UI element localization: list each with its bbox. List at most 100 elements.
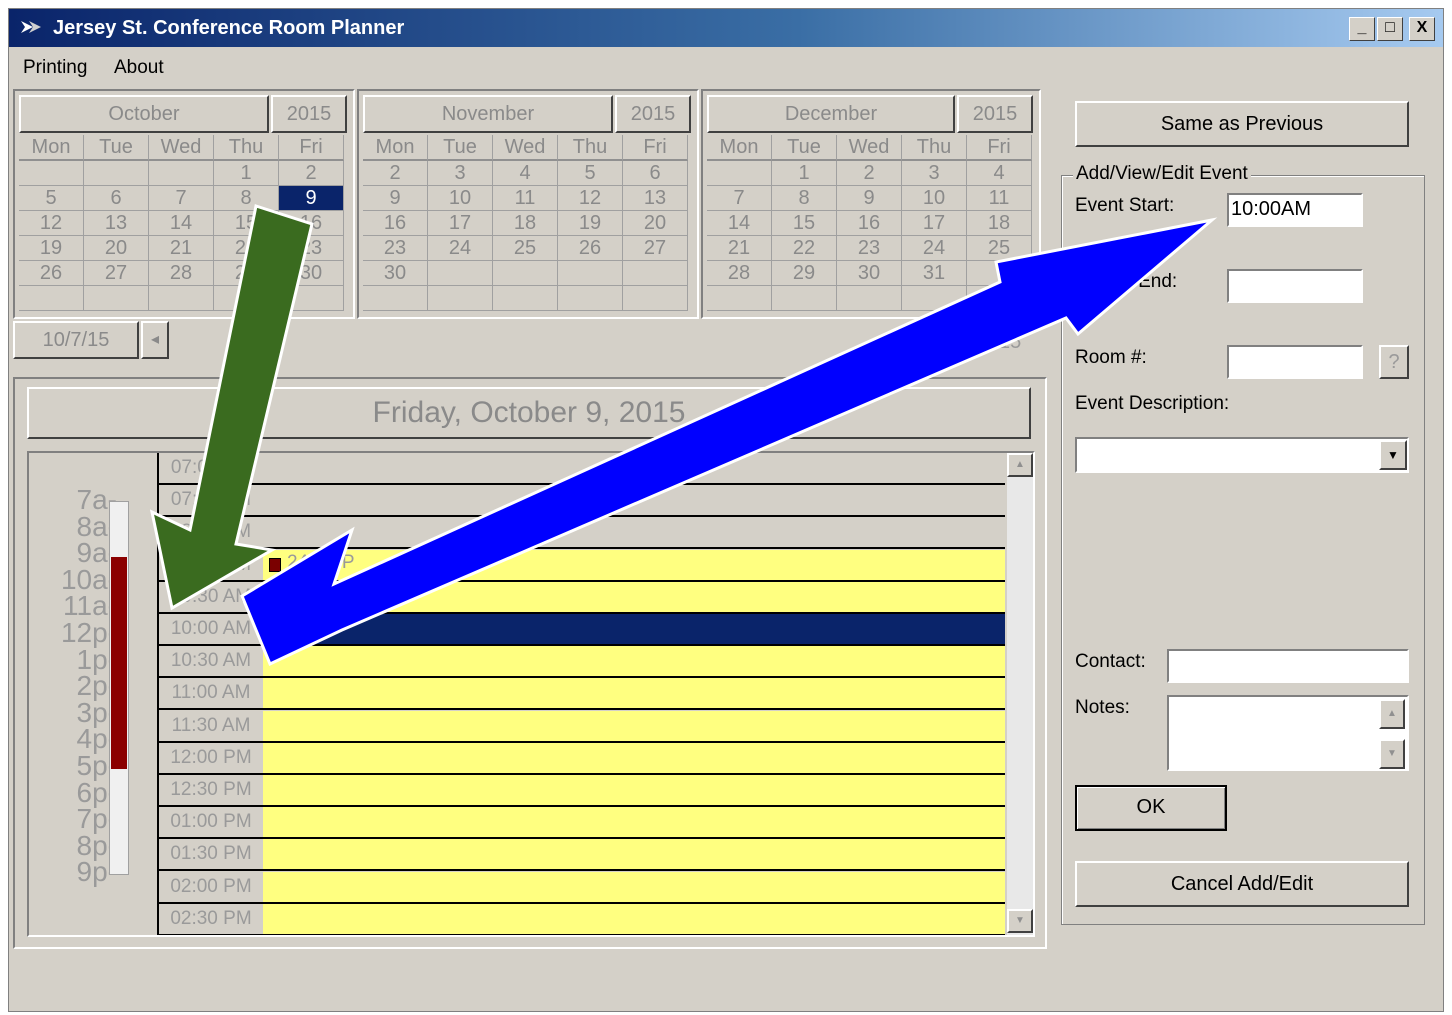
calendar-day[interactable]: 29 xyxy=(772,261,837,286)
calendar-november[interactable]: November 2015 Mon Tue Wed Thu Fri 2 3 4 5 6 9 10 11 12 1… xyxy=(357,89,699,319)
calendar-month-label[interactable]: November xyxy=(363,95,613,133)
calendar-day[interactable]: 20 xyxy=(623,211,688,236)
calendar-day[interactable]: 26 xyxy=(558,236,623,261)
calendar-day[interactable]: 7 xyxy=(149,186,214,211)
title-bar[interactable]: Jersey St. Conference Room Planner _ □ X xyxy=(9,9,1443,47)
calendar-day[interactable]: 20 xyxy=(84,236,149,261)
calendar-day[interactable]: 28 xyxy=(149,261,214,286)
minimize-icon[interactable]: _ xyxy=(1349,17,1375,41)
calendar-october[interactable]: October 2015 Mon Tue Wed Thu Fri 1 2 5 6 7 8 9 12 13 14 1… xyxy=(13,89,355,319)
scroll-down-icon[interactable]: ▼ xyxy=(1007,909,1033,933)
slot-time[interactable]: 09:30 AM xyxy=(159,581,263,614)
calendar-day[interactable] xyxy=(493,286,558,311)
slot-row[interactable] xyxy=(263,742,1005,775)
slot-row[interactable]: 249:ISP xyxy=(263,549,1005,582)
calendar-year-label[interactable]: 2015 xyxy=(615,95,691,133)
slot-time[interactable]: 11:30 AM xyxy=(159,710,263,743)
notes-scroll-up-icon[interactable]: ▲ xyxy=(1379,699,1405,729)
calendar-day[interactable]: 11 xyxy=(493,186,558,211)
menu-about[interactable]: About xyxy=(114,57,164,79)
calendar-day[interactable] xyxy=(428,261,493,286)
notes-scroll-down-icon[interactable]: ▼ xyxy=(1379,739,1405,769)
close-icon[interactable]: X xyxy=(1409,17,1435,41)
calendar-day[interactable]: 24 xyxy=(902,236,967,261)
calendar-day[interactable]: 15 xyxy=(772,211,837,236)
calendar-day[interactable] xyxy=(967,286,1032,311)
calendar-day[interactable] xyxy=(558,286,623,311)
calendar-day[interactable]: 4 xyxy=(967,161,1032,186)
same-as-previous-button[interactable]: Same as Previous xyxy=(1075,101,1409,147)
calendar-day[interactable]: 23 xyxy=(837,236,902,261)
calendar-month-label[interactable]: October xyxy=(19,95,269,133)
slot-time[interactable]: 10:00 AM xyxy=(159,614,263,646)
calendar-day[interactable]: 21 xyxy=(707,236,772,261)
slot-time[interactable]: 07:00 AM xyxy=(159,453,263,485)
ok-button[interactable]: OK xyxy=(1075,785,1227,831)
calendar-day[interactable]: 27 xyxy=(623,236,688,261)
help-icon[interactable]: ? xyxy=(1379,345,1409,379)
calendar-day[interactable]: 31 xyxy=(902,261,967,286)
calendar-day[interactable]: 1 xyxy=(214,161,279,186)
slot-row[interactable] xyxy=(263,903,1005,935)
calendar-day[interactable]: 7 xyxy=(707,186,772,211)
calendar-day[interactable]: 19 xyxy=(558,211,623,236)
calendar-day[interactable] xyxy=(19,161,84,186)
event-label[interactable]: 249:ISP xyxy=(287,552,355,574)
slot-time[interactable]: 08:00 AM xyxy=(159,517,263,550)
event-end-field[interactable] xyxy=(1227,269,1363,303)
notes-field[interactable] xyxy=(1167,695,1409,771)
calendar-day[interactable] xyxy=(84,161,149,186)
slot-time[interactable]: 01:30 PM xyxy=(159,839,263,872)
slot-time[interactable]: 08:30 AM xyxy=(159,549,263,582)
slot-time[interactable]: 02:00 PM xyxy=(159,871,263,904)
calendar-day[interactable]: 10 xyxy=(902,186,967,211)
calendar-day[interactable]: 28 xyxy=(707,261,772,286)
calendar-day[interactable] xyxy=(428,286,493,311)
selected-slot[interactable] xyxy=(263,614,1005,646)
slot-row[interactable] xyxy=(263,710,1005,743)
calendar-day[interactable]: 30 xyxy=(363,261,428,286)
calendar-day[interactable] xyxy=(149,161,214,186)
calendar-day[interactable]: 16 xyxy=(837,211,902,236)
contact-field[interactable] xyxy=(1167,649,1409,683)
calendar-day[interactable]: 18 xyxy=(967,211,1032,236)
room-field[interactable] xyxy=(1227,345,1363,379)
calendar-year-label[interactable]: 2015 xyxy=(957,95,1033,133)
calendar-day[interactable]: 3 xyxy=(902,161,967,186)
calendar-day[interactable] xyxy=(623,286,688,311)
slot-row[interactable] xyxy=(263,453,1005,485)
calendar-day[interactable] xyxy=(149,286,214,311)
slot-row[interactable] xyxy=(263,807,1005,840)
calendar-day[interactable]: 10 xyxy=(428,186,493,211)
calendar-day[interactable] xyxy=(493,261,558,286)
calendar-day[interactable] xyxy=(902,286,967,311)
calendar-day[interactable]: 18 xyxy=(493,211,558,236)
slot-time[interactable]: 12:30 PM xyxy=(159,775,263,807)
event-start-field[interactable]: 10:00AM xyxy=(1227,193,1363,227)
slot-row[interactable] xyxy=(263,485,1005,518)
calendar-day[interactable]: 27 xyxy=(84,261,149,286)
scrollbar[interactable]: ▲ ▼ xyxy=(1007,453,1033,935)
calendar-day[interactable]: 21 xyxy=(149,236,214,261)
calendar-day[interactable]: 22 xyxy=(772,236,837,261)
calendar-year-label[interactable]: 2015 xyxy=(271,95,347,133)
calendar-day[interactable]: 2 xyxy=(837,161,902,186)
calendar-day[interactable] xyxy=(707,161,772,186)
calendar-day[interactable]: 30 xyxy=(837,261,902,286)
calendar-december[interactable]: December 2015 Mon Tue Wed Thu Fri 1 2 3 4 7 8 9 10 11 14… xyxy=(701,89,1041,319)
calendar-day[interactable]: 6 xyxy=(84,186,149,211)
calendar-day[interactable]: 14 xyxy=(149,211,214,236)
calendar-day[interactable] xyxy=(84,286,149,311)
calendar-day[interactable]: 15 xyxy=(214,211,279,236)
calendar-day[interactable]: 25 xyxy=(493,236,558,261)
calendar-day[interactable] xyxy=(707,286,772,311)
calendar-day[interactable]: 9 xyxy=(363,186,428,211)
calendar-day[interactable]: 12 xyxy=(19,211,84,236)
calendar-day[interactable]: 17 xyxy=(902,211,967,236)
calendar-day[interactable]: 2 xyxy=(279,161,344,186)
calendar-day[interactable]: 25 xyxy=(967,236,1032,261)
slot-time[interactable]: 12:00 PM xyxy=(159,742,263,775)
calendar-day[interactable] xyxy=(623,261,688,286)
calendar-day[interactable]: 30 xyxy=(279,261,344,286)
dropdown-arrow-icon[interactable]: ▼ xyxy=(1379,440,1407,470)
